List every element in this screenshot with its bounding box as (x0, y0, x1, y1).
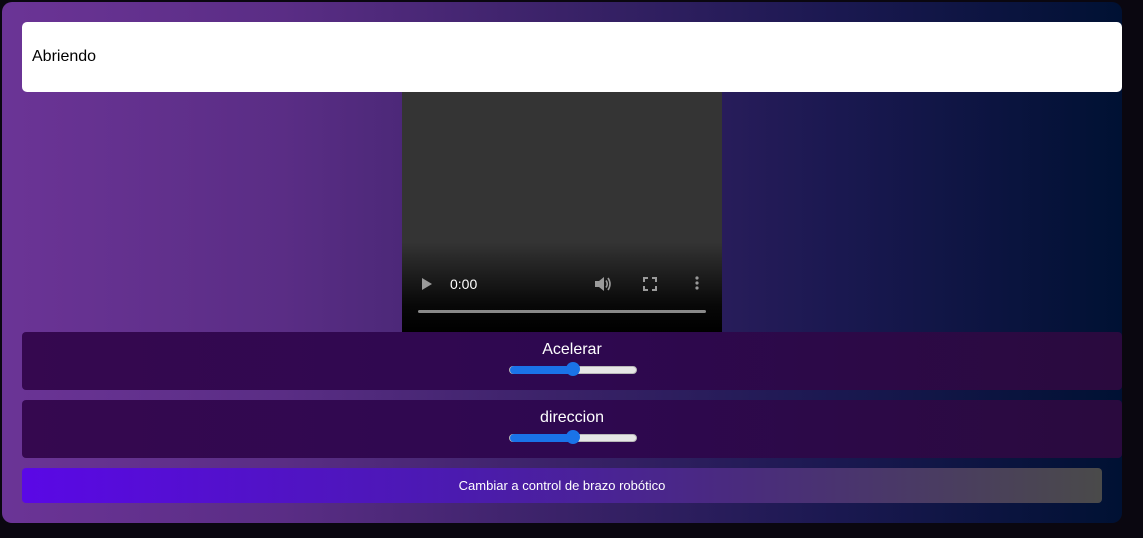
fullscreen-icon[interactable] (643, 277, 657, 296)
accelerate-slider-thumb[interactable] (566, 362, 580, 376)
accelerate-label: Acelerar (542, 341, 602, 358)
direction-slider[interactable] (509, 430, 637, 444)
direction-slider-fill (510, 434, 573, 442)
app-container: Abriendo 0:00 Acelerar direccion Cambiar… (2, 2, 1122, 523)
switch-to-robot-arm-button[interactable]: Cambiar a control de brazo robótico (22, 468, 1102, 503)
video-time: 0:00 (450, 276, 478, 292)
status-bar: Abriendo (22, 22, 1122, 92)
accelerate-slider[interactable] (509, 362, 637, 376)
volume-icon[interactable] (594, 276, 612, 297)
direction-slider-thumb[interactable] (566, 430, 580, 444)
direction-label: direccion (539, 409, 605, 426)
direction-panel: direccion (22, 400, 1122, 458)
accelerate-slider-fill (510, 366, 573, 374)
status-text: Abriendo (32, 48, 97, 65)
video-controls: 0:00 (402, 252, 722, 332)
video-player[interactable]: 0:00 (402, 92, 722, 332)
more-options-icon[interactable] (695, 276, 699, 295)
play-icon[interactable] (422, 278, 432, 290)
accelerate-panel: Acelerar (22, 332, 1122, 390)
video-progress-bar[interactable] (418, 310, 706, 313)
